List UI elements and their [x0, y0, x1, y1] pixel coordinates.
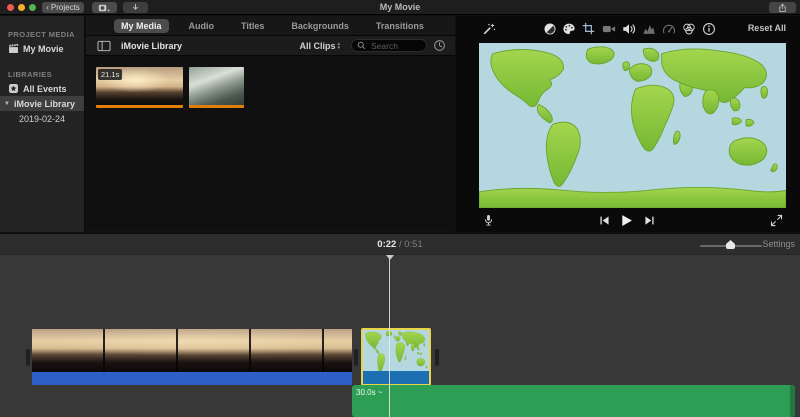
- browser-library-title: iMovie Library: [121, 41, 182, 51]
- disclosure-triangle-icon[interactable]: ▼: [4, 101, 10, 107]
- timeline-settings-button[interactable]: Settings: [762, 239, 795, 249]
- timeline-body[interactable]: 30.0s ~: [0, 255, 800, 417]
- info-icon[interactable]: [701, 21, 716, 36]
- media-clip-ocean-waves[interactable]: [189, 67, 244, 108]
- browser-header-controls: All Clips ▴▾: [293, 38, 455, 53]
- noise-reduction-icon[interactable]: [641, 21, 656, 36]
- usage-indicator-bar: [96, 105, 183, 108]
- color-correction-icon[interactable]: [561, 21, 576, 36]
- tab-backgrounds[interactable]: Backgrounds: [284, 19, 356, 33]
- search-input[interactable]: [369, 40, 421, 52]
- volume-icon[interactable]: [621, 21, 636, 36]
- timeline-video-clip-sunset[interactable]: [32, 329, 352, 372]
- media-clip-sunset[interactable]: 21.1s: [96, 67, 183, 108]
- libraries-sidebar: PROJECT MEDIA My Movie LIBRARIES All Eve…: [0, 16, 85, 232]
- sidebar-toggle-icon[interactable]: [97, 40, 111, 52]
- tab-my-media[interactable]: My Media: [114, 19, 169, 33]
- sidebar-item-my-movie[interactable]: My Movie: [0, 41, 84, 56]
- skip-forward-icon[interactable]: [641, 212, 657, 228]
- viewer-controls: [456, 208, 800, 232]
- libraries-header: LIBRARIES: [8, 70, 84, 79]
- sidebar-item-label: 2019-02-24: [19, 114, 65, 124]
- media-clips-area: 21.1s: [86, 56, 455, 231]
- timecode-current: 0:22: [377, 239, 396, 250]
- music-clip-duration-label: 30.0s ~: [356, 388, 382, 397]
- media-panel: My Media Audio Titles Backgrounds Transi…: [86, 16, 455, 232]
- clips-filter-label: All Clips: [299, 41, 335, 51]
- timeline-music-clip[interactable]: 30.0s ~: [352, 385, 795, 417]
- tab-audio[interactable]: Audio: [182, 19, 222, 33]
- microphone-icon[interactable]: [480, 212, 496, 228]
- effects-icon[interactable]: [681, 21, 696, 36]
- timecode-display: 0:22 / 0:51: [0, 239, 800, 250]
- titlebar: ‹ Projects My Movie: [0, 0, 800, 15]
- sidebar-item-label: My Movie: [23, 44, 64, 54]
- share-icon: [778, 3, 787, 13]
- timeline-zoom-slider[interactable]: [700, 244, 762, 247]
- sidebar-item-all-events[interactable]: All Events: [0, 81, 84, 96]
- viewer-stage: [456, 40, 800, 208]
- search-field[interactable]: [351, 39, 427, 52]
- chevron-up-down-icon: ▴▾: [337, 42, 340, 50]
- main-area: PROJECT MEDIA My Movie LIBRARIES All Eve…: [0, 16, 800, 232]
- share-button[interactable]: [769, 2, 796, 13]
- search-icon: [357, 37, 366, 55]
- sidebar-item-label: All Events: [23, 84, 67, 94]
- playhead-triangle-icon: [386, 255, 394, 260]
- window-title: My Movie: [0, 2, 800, 12]
- imovie-window: ‹ Projects My Movie PROJECT MEDIA: [0, 0, 800, 417]
- viewer-panel: Reset All: [456, 16, 800, 232]
- clip-appearance-icon[interactable]: [432, 38, 447, 53]
- clip-duration-badge: 21.1s: [98, 69, 122, 80]
- timeline-video-clip-audio-waveform[interactable]: [32, 372, 352, 385]
- sidebar-item-imovie-library[interactable]: ▼ iMovie Library: [0, 96, 84, 111]
- trim-handle-right[interactable]: [435, 349, 439, 366]
- star-icon: [8, 83, 19, 94]
- speed-icon[interactable]: [661, 21, 676, 36]
- fullscreen-icon[interactable]: [768, 212, 784, 228]
- trim-handle-middle[interactable]: [354, 349, 358, 366]
- tab-transitions[interactable]: Transitions: [369, 19, 431, 33]
- play-icon[interactable]: [618, 212, 634, 228]
- color-balance-icon[interactable]: [542, 21, 557, 36]
- playhead[interactable]: [389, 255, 390, 417]
- reset-all-button[interactable]: Reset All: [748, 23, 786, 33]
- music-clip-end-cap: [790, 385, 795, 417]
- clapperboard-icon: [8, 43, 19, 54]
- sidebar-item-label: iMovie Library: [14, 99, 75, 109]
- clips-filter-dropdown[interactable]: All Clips ▴▾: [293, 40, 346, 52]
- timeline-toolbar: 0:22 / 0:51 Settings: [0, 233, 800, 255]
- timecode-total: / 0:51: [399, 239, 423, 250]
- stabilization-icon[interactable]: [601, 21, 616, 36]
- world-map-thumbnail: [363, 330, 429, 371]
- project-media-header: PROJECT MEDIA: [8, 30, 84, 39]
- viewer-toolbar: Reset All: [456, 16, 800, 40]
- usage-indicator-bar: [189, 105, 244, 108]
- world-map-preview: [479, 43, 786, 208]
- skip-back-icon[interactable]: [596, 212, 612, 228]
- map-clip-ocean-band: [363, 371, 429, 384]
- tab-titles[interactable]: Titles: [234, 19, 271, 33]
- sidebar-item-event-date[interactable]: 2019-02-24: [0, 111, 84, 126]
- browser-header: iMovie Library All Clips ▴▾: [86, 36, 455, 56]
- crop-icon[interactable]: [581, 21, 596, 36]
- media-tabbar: My Media Audio Titles Backgrounds Transi…: [86, 16, 455, 36]
- timeline-map-clip-selected[interactable]: [361, 328, 431, 386]
- trim-handle-left[interactable]: [26, 349, 30, 366]
- enhance-wand-icon[interactable]: [481, 21, 496, 36]
